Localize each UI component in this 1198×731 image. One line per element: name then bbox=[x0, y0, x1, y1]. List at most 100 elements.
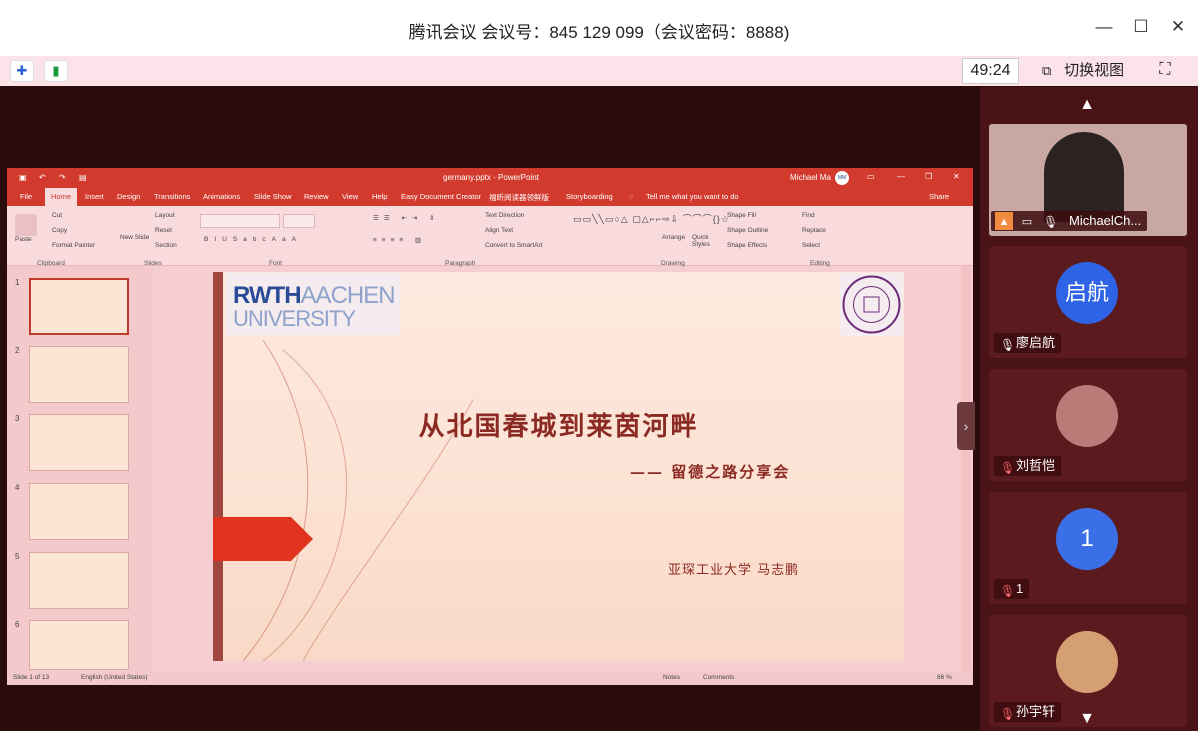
select-button[interactable]: Select bbox=[802, 242, 820, 249]
ribbon-display-icon[interactable]: ▭ bbox=[867, 172, 875, 181]
host-icon: ▲ bbox=[995, 212, 1013, 230]
align-icons[interactable]: ≡≡≡≡ ▥ bbox=[373, 236, 426, 244]
ppt-ribbon: Paste Cut Copy Format Painter Clipboard … bbox=[7, 206, 973, 267]
text-direction-button[interactable]: Text Direction bbox=[485, 212, 524, 219]
fullscreen-icon[interactable]: ⛶ bbox=[1154, 58, 1176, 82]
font-name-select[interactable] bbox=[200, 214, 280, 228]
tab-view[interactable]: View bbox=[342, 192, 358, 201]
thumb-number: 4 bbox=[15, 483, 20, 492]
scroll-up-icon[interactable]: ▲ bbox=[1075, 96, 1099, 113]
tab-foxit[interactable]: 福昕阅读器领鲜版 bbox=[489, 192, 549, 203]
tab-file[interactable]: File bbox=[20, 192, 32, 201]
notes-button[interactable]: Notes bbox=[663, 674, 680, 681]
participant-card[interactable]: 1 🎙 1 bbox=[989, 492, 1187, 604]
participant-video bbox=[1044, 132, 1124, 222]
tab-transitions[interactable]: Transitions bbox=[154, 192, 190, 201]
slide-decoration-curves bbox=[242, 340, 474, 661]
participant-avatar: 1 bbox=[1056, 508, 1118, 570]
undo-icon[interactable]: ↶ bbox=[39, 173, 46, 182]
zoom-level[interactable]: 86 % bbox=[937, 674, 952, 681]
tab-easy-document-creator[interactable]: Easy Document Creator bbox=[401, 192, 481, 201]
participant-card[interactable]: 启航 🎙 廖启航 bbox=[989, 246, 1187, 358]
jilin-university-seal bbox=[840, 273, 903, 336]
convert-smartart-button[interactable]: Convert to SmartArt bbox=[485, 242, 542, 249]
font-format-icons[interactable]: BIUSabcAaA bbox=[204, 236, 302, 243]
quick-styles-button[interactable]: Quick Styles bbox=[692, 234, 722, 248]
format-painter-button[interactable]: Format Painter bbox=[52, 242, 95, 249]
present-icon[interactable]: ▤ bbox=[79, 173, 87, 182]
tab-storyboarding[interactable]: Storyboarding bbox=[566, 192, 613, 201]
new-slide-button[interactable]: New Slide bbox=[120, 234, 149, 241]
ppt-minimize-icon[interactable]: — bbox=[897, 172, 905, 181]
slide-thumbnail[interactable] bbox=[29, 346, 129, 403]
layout-button[interactable]: Layout bbox=[155, 212, 175, 219]
tab-help[interactable]: Help bbox=[372, 192, 387, 201]
switch-view-button[interactable]: ⧉ 切换视图 bbox=[1042, 58, 1138, 84]
slide-arrow-shape bbox=[213, 517, 313, 561]
tab-review[interactable]: Review bbox=[304, 192, 329, 201]
participant-name: 🎙 廖启航 bbox=[994, 333, 1062, 353]
slide-counter: Slide 1 of 13 bbox=[13, 674, 50, 681]
replace-button[interactable]: Replace bbox=[802, 227, 826, 234]
screen-share-icon: ▭ bbox=[1021, 216, 1033, 228]
tab-slide-show[interactable]: Slide Show bbox=[254, 192, 292, 201]
next-page-button[interactable]: › bbox=[957, 402, 975, 450]
slide-thumbnail[interactable] bbox=[29, 552, 129, 609]
ppt-close-icon[interactable]: ✕ bbox=[953, 172, 960, 181]
find-button[interactable]: Find bbox=[802, 212, 815, 219]
meeting-timer: 49:24 bbox=[962, 58, 1019, 84]
language-indicator[interactable]: English (United States) bbox=[81, 674, 147, 681]
mic-muted-icon: 🎙 bbox=[1000, 461, 1016, 475]
security-shield-icon[interactable]: ✚ bbox=[10, 60, 34, 82]
participant-card[interactable]: 🎙 刘哲恺 bbox=[989, 369, 1187, 481]
ppt-status-bar: Slide 1 of 13 English (United States) No… bbox=[7, 671, 973, 685]
paste-icon[interactable] bbox=[15, 214, 37, 236]
shape-fill-button[interactable]: Shape Fill bbox=[727, 212, 756, 219]
tell-me-search[interactable]: Tell me what you want to do bbox=[646, 192, 739, 201]
participant-avatar bbox=[1056, 631, 1118, 693]
maximize-icon[interactable]: ☐ bbox=[1128, 14, 1154, 40]
shape-effects-button[interactable]: Shape Effects bbox=[727, 242, 767, 249]
section-button[interactable]: Section bbox=[155, 242, 177, 249]
share-button[interactable]: Share bbox=[929, 192, 949, 201]
participant-avatar bbox=[1056, 385, 1118, 447]
shape-outline-button[interactable]: Shape Outline bbox=[727, 227, 768, 234]
cut-button[interactable]: Cut bbox=[52, 212, 62, 219]
tab-insert[interactable]: Insert bbox=[85, 192, 104, 201]
scroll-down-icon[interactable]: ▼ bbox=[1075, 710, 1099, 727]
slide-scrollbar[interactable] bbox=[961, 266, 971, 671]
group-drawing: Drawing bbox=[661, 260, 685, 267]
comments-button[interactable]: Comments bbox=[703, 674, 734, 681]
minimize-icon[interactable]: — bbox=[1091, 14, 1117, 40]
signal-bars-icon[interactable]: ▮ bbox=[44, 60, 68, 82]
slide-thumbnail[interactable] bbox=[29, 414, 129, 471]
save-icon[interactable]: ▣ bbox=[19, 173, 27, 182]
redo-icon[interactable]: ↷ bbox=[59, 173, 66, 182]
slide-thumbnail[interactable] bbox=[29, 483, 129, 540]
participant-card[interactable]: ▲ ▭ 🎙 MichaelCh... bbox=[989, 124, 1187, 236]
font-size-select[interactable] bbox=[283, 214, 315, 228]
list-icons[interactable]: ☰☰ ⇤⇥ ⇕ bbox=[373, 214, 440, 222]
copy-button[interactable]: Copy bbox=[52, 227, 67, 234]
slide-thumbnail[interactable] bbox=[29, 278, 129, 335]
reset-button[interactable]: Reset bbox=[155, 227, 172, 234]
align-text-button[interactable]: Align Text bbox=[485, 227, 513, 234]
tab-home[interactable]: Home bbox=[45, 188, 78, 206]
shapes-gallery[interactable]: ▭▭╲╲▭○△ ▢△⌐⌐⇨⇩ ⌒⌒⌒{}☆ bbox=[573, 212, 730, 225]
tab-animations[interactable]: Animations bbox=[203, 192, 240, 201]
participant-name: 🎙 刘哲恺 bbox=[994, 456, 1062, 476]
user-avatar[interactable]: MM bbox=[835, 171, 849, 185]
ppt-restore-icon[interactable]: ❐ bbox=[925, 172, 932, 181]
slide-subtitle: —— 留德之路分享会 bbox=[630, 463, 791, 481]
slide-thumbnail[interactable] bbox=[29, 620, 129, 670]
participant-name: ▲ ▭ 🎙 MichaelCh... bbox=[991, 211, 1148, 231]
thumb-number: 2 bbox=[15, 346, 20, 355]
ppt-user-name: Michael Ma bbox=[790, 173, 831, 182]
paste-button[interactable]: Paste bbox=[15, 236, 32, 243]
arrange-button[interactable]: Arrange bbox=[662, 234, 685, 241]
slide-thumbnails-pane[interactable]: 1 2 3 4 5 6 bbox=[7, 266, 153, 671]
tab-design[interactable]: Design bbox=[117, 192, 140, 201]
close-icon[interactable]: ✕ bbox=[1165, 14, 1191, 40]
slide-title: 从北国春城到莱茵河畔 bbox=[418, 412, 699, 442]
group-font: Font bbox=[269, 260, 283, 267]
